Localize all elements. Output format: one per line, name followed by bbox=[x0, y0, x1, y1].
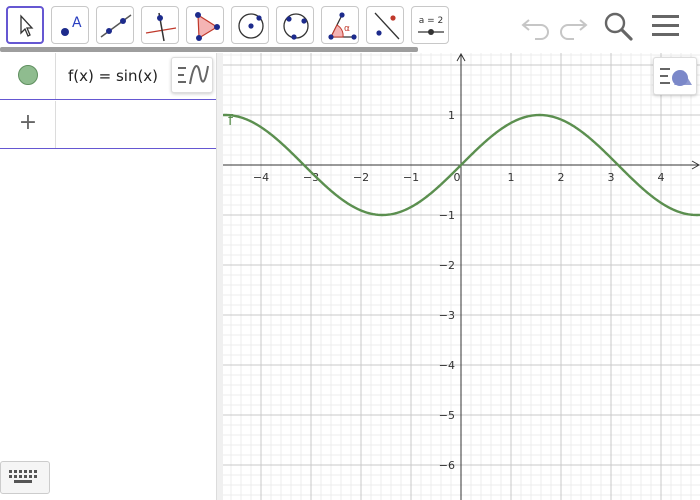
point-letter: A bbox=[72, 15, 82, 31]
x-tick-label: −2 bbox=[353, 171, 369, 184]
function-expression[interactable]: f(x) = sin(x) bbox=[68, 67, 158, 85]
toolbar-scrollbar[interactable] bbox=[0, 47, 418, 52]
polygon-icon bbox=[195, 12, 220, 41]
slider-icon: a = 2 bbox=[418, 16, 444, 35]
y-tick-label: −3 bbox=[439, 309, 455, 322]
y-tick-label: −5 bbox=[439, 409, 455, 422]
x-tick-label: 1 bbox=[508, 171, 515, 184]
angle-tool[interactable]: α bbox=[321, 6, 359, 44]
algebra-input-row[interactable]: + bbox=[0, 101, 217, 149]
graphics-canvas[interactable]: −4 −3 −2 −1 0 1 2 3 41−1−2−3−4−5−6f bbox=[223, 53, 700, 500]
keyboard-icon bbox=[9, 470, 37, 483]
slider-tool[interactable]: a = 2 bbox=[411, 6, 449, 44]
toolbar: A α a = 2 bbox=[0, 0, 700, 53]
x-tick-label: 4 bbox=[658, 171, 665, 184]
graphics-view[interactable]: −4 −3 −2 −1 0 1 2 3 4 1 −1 −2 −3 −4 −5 −6 f bbox=[223, 53, 700, 500]
angle-letter: α bbox=[344, 24, 350, 34]
graphics-style-button[interactable] bbox=[653, 57, 697, 95]
algebra-row[interactable]: f(x) = sin(x) bbox=[0, 53, 217, 100]
line-through-points-icon bbox=[100, 14, 132, 38]
algebra-view: f(x) = sin(x) + bbox=[0, 53, 217, 500]
point-icon: A bbox=[61, 15, 82, 36]
algebra-style-button[interactable] bbox=[171, 57, 213, 93]
polygon-tool[interactable] bbox=[186, 6, 224, 44]
reflect-about-line-icon bbox=[374, 12, 400, 40]
add-input-icon[interactable]: + bbox=[0, 111, 56, 135]
y-tick-label: −4 bbox=[439, 359, 455, 372]
x-tick-label: −1 bbox=[403, 171, 419, 184]
algebra-style-icon bbox=[178, 65, 209, 85]
visibility-toggle[interactable] bbox=[18, 65, 38, 85]
undo-icon[interactable] bbox=[519, 8, 553, 42]
x-tick-label: −4 bbox=[253, 171, 269, 184]
line-tool[interactable] bbox=[96, 6, 134, 44]
point-tool[interactable]: A bbox=[51, 6, 89, 44]
x-tick-label: 3 bbox=[608, 171, 615, 184]
perpendicular-tool[interactable] bbox=[141, 6, 179, 44]
y-tick-label: 1 bbox=[448, 109, 455, 122]
row-marker bbox=[0, 53, 56, 99]
y-tick-label: −2 bbox=[439, 259, 455, 272]
circle-three-points-icon bbox=[283, 13, 309, 40]
y-tick-label: −6 bbox=[439, 459, 455, 472]
slider-label: a = 2 bbox=[419, 16, 444, 26]
x-tick-label: 2 bbox=[558, 171, 565, 184]
reflect-tool[interactable] bbox=[366, 6, 404, 44]
hamburger-menu-icon[interactable] bbox=[649, 8, 683, 44]
circle-three-points-tool[interactable] bbox=[276, 6, 314, 44]
arrow-cursor-icon bbox=[20, 14, 34, 37]
circle-center-point-icon bbox=[238, 13, 264, 39]
input-marker: + bbox=[0, 101, 56, 148]
keyboard-button[interactable] bbox=[0, 461, 50, 494]
graphics-style-icon bbox=[660, 68, 692, 86]
perpendicular-line-icon bbox=[145, 12, 177, 42]
search-icon[interactable] bbox=[601, 8, 635, 44]
y-tick-label: −1 bbox=[439, 209, 455, 222]
view-divider[interactable] bbox=[216, 53, 223, 500]
move-tool[interactable] bbox=[6, 6, 44, 44]
angle-icon: α bbox=[328, 12, 357, 40]
circle-center-tool[interactable] bbox=[231, 6, 269, 44]
redo-icon[interactable] bbox=[556, 8, 590, 42]
